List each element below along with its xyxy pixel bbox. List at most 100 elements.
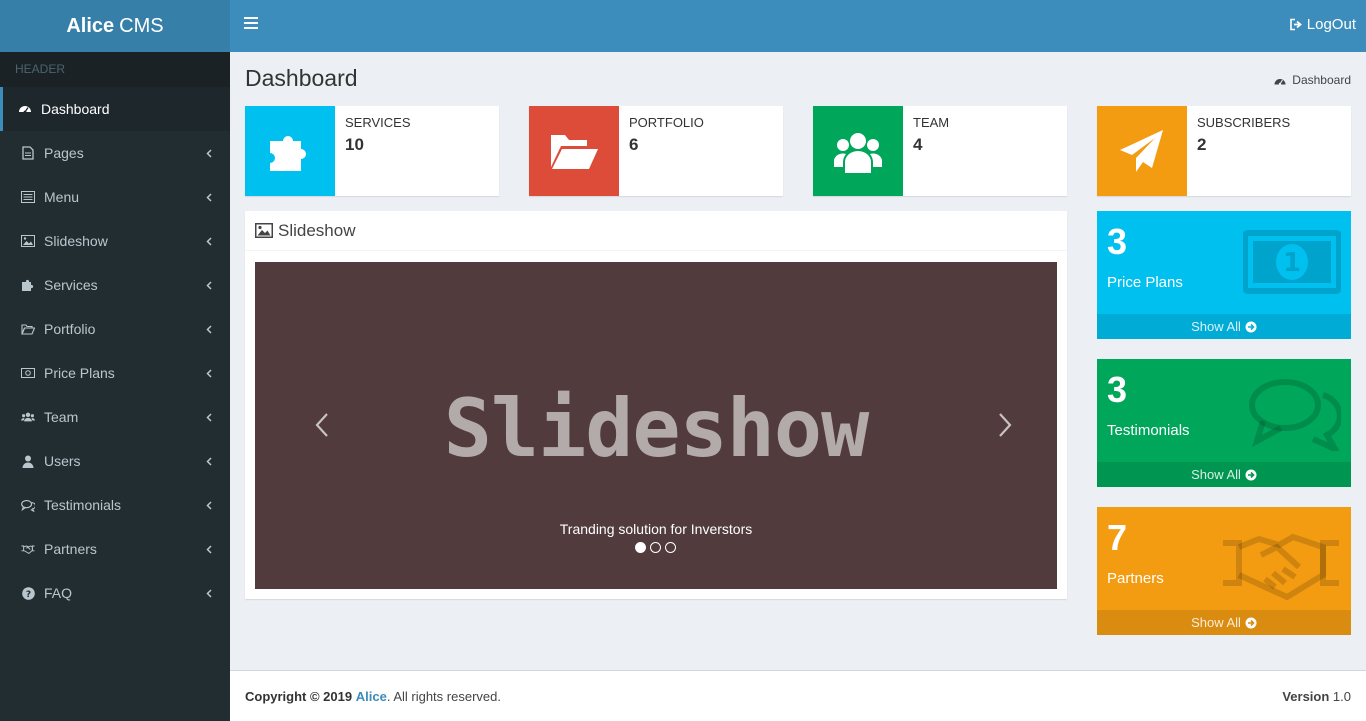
breadcrumb[interactable]: Dashboard	[1274, 73, 1351, 87]
chevron-right-icon	[999, 413, 1012, 437]
sign-out-icon	[1289, 18, 1302, 31]
small-box-testimonials: 3 Testimonials Show All	[1097, 359, 1351, 487]
sidebar-item-users[interactable]: Users	[0, 439, 230, 483]
sidebar-item-slideshow[interactable]: Slideshow	[0, 219, 230, 263]
sidebar-item-label: Slideshow	[44, 233, 108, 249]
footer-version: Version 1.0	[1282, 689, 1351, 704]
file-icon	[21, 146, 35, 160]
small-box-number: 3	[1107, 369, 1128, 410]
sidebar-item-label: Portfolio	[44, 321, 96, 337]
chevron-left-icon	[206, 541, 212, 557]
slide-image-text: Slideshow	[443, 382, 869, 475]
chevron-left-icon	[206, 321, 212, 337]
svg-text:1: 1	[1283, 248, 1301, 278]
chevron-left-icon	[206, 497, 212, 513]
small-box-price-plans: 3 Price Plans 1 Show All	[1097, 211, 1351, 339]
sidebar-item-portfolio[interactable]: Portfolio	[0, 307, 230, 351]
carousel-indicator-1[interactable]	[635, 542, 646, 553]
info-box-icon	[529, 106, 619, 196]
arrow-circle-right-icon	[1245, 469, 1257, 480]
sidebar-menu: Dashboard Pages Menu Slideshow Services …	[0, 87, 230, 615]
handshake-icon	[21, 542, 35, 556]
sidebar-item-label: FAQ	[44, 585, 73, 601]
sidebar-item-dashboard[interactable]: Dashboard	[0, 87, 230, 131]
chevron-left-icon	[206, 145, 212, 161]
sidebar-item-label: Team	[44, 409, 79, 425]
dashboard-icon	[1274, 78, 1286, 85]
sidebar-item-label: Menu	[44, 189, 80, 205]
sidebar-item-label: Pages	[44, 145, 84, 161]
small-box-footer-link[interactable]: Show All	[1097, 462, 1351, 487]
breadcrumb-item: Dashboard	[1292, 73, 1351, 87]
carousel-prev-button[interactable]	[315, 412, 329, 443]
carousel-next-button[interactable]	[998, 412, 1012, 443]
chevron-left-icon	[206, 453, 212, 469]
logout-button[interactable]: LogOut	[1289, 16, 1356, 33]
info-box-services: SERVICES 10	[245, 106, 499, 196]
arrow-circle-right-icon	[1245, 321, 1257, 332]
small-box-footer-link[interactable]: Show All	[1097, 610, 1351, 635]
sidebar-item-menu[interactable]: Menu	[0, 175, 230, 219]
info-box-number: 10	[345, 135, 364, 154]
sidebar-item-team[interactable]: Team	[0, 395, 230, 439]
page-title: Dashboard	[245, 65, 358, 91]
user-icon	[21, 454, 35, 468]
sidebar-item-label: Partners	[44, 541, 97, 557]
money-icon	[21, 366, 35, 380]
slideshow-carousel[interactable]: Slideshow Tranding solution for Inversto…	[255, 262, 1057, 589]
info-box-number: 4	[913, 135, 923, 154]
logo-rest: CMS	[119, 14, 164, 37]
question-icon: ?	[21, 586, 35, 600]
slideshow-panel-header: Slideshow	[245, 211, 1067, 251]
small-box-label: Testimonials	[1107, 422, 1190, 439]
page-footer: Copyright © 2019 Alice. All rights reser…	[230, 670, 1366, 721]
chevron-left-icon	[315, 413, 328, 437]
sidebar-item-faq[interactable]: ? FAQ	[0, 571, 230, 615]
small-box-footer-link[interactable]: Show All	[1097, 314, 1351, 339]
info-box-label: PORTFOLIO	[629, 115, 704, 130]
sidebar-item-label: Services	[44, 277, 98, 293]
carousel-indicator-2[interactable]	[650, 542, 661, 553]
sidebar-item-testimonials[interactable]: Testimonials	[0, 483, 230, 527]
logout-label: LogOut	[1306, 16, 1356, 33]
sidebar-item-price-plans[interactable]: Price Plans	[0, 351, 230, 395]
comments-icon	[1247, 377, 1343, 456]
puzzle-icon	[21, 278, 35, 292]
money-icon: 1	[1242, 229, 1342, 300]
app-logo[interactable]: Alice CMS	[0, 0, 230, 52]
folder-open-icon	[21, 322, 35, 336]
show-all-label: Show All	[1191, 467, 1241, 482]
sidebar: Alice CMS HEADER Dashboard Pages Menu Sl…	[0, 0, 230, 721]
sidebar-toggle-button[interactable]	[244, 17, 258, 31]
small-box-label: Price Plans	[1107, 274, 1183, 291]
info-box-number: 2	[1197, 135, 1207, 154]
sidebar-item-partners[interactable]: Partners	[0, 527, 230, 571]
copyright-text: Copyright © 2019	[245, 689, 353, 704]
svg-text:?: ?	[25, 590, 30, 600]
slideshow-panel-title: Slideshow	[278, 220, 356, 240]
users-icon	[834, 133, 882, 173]
info-box-label: SERVICES	[345, 115, 411, 130]
version-number: 1.0	[1332, 689, 1351, 704]
arrow-circle-right-icon	[1245, 617, 1257, 628]
chevron-left-icon	[206, 277, 212, 293]
footer-rights: . All rights reserved.	[386, 689, 501, 704]
sidebar-item-label: Price Plans	[44, 365, 115, 381]
sidebar-item-pages[interactable]: Pages	[0, 131, 230, 175]
version-label: Version	[1282, 689, 1330, 704]
small-box-number: 7	[1107, 517, 1128, 558]
carousel-indicator-3[interactable]	[665, 542, 676, 553]
sidebar-item-services[interactable]: Services	[0, 263, 230, 307]
sidebar-header: HEADER	[0, 52, 230, 87]
carousel-indicators	[635, 542, 680, 553]
info-box-icon	[245, 106, 335, 196]
info-box-team: TEAM 4	[813, 106, 1067, 196]
image-icon	[21, 234, 35, 248]
small-box-partners: 7 Partners Show All	[1097, 507, 1351, 635]
chevron-left-icon	[206, 365, 212, 381]
puzzle-icon	[270, 136, 306, 171]
info-box-icon	[813, 106, 903, 196]
handshake-icon	[1221, 525, 1341, 606]
footer-brand-link[interactable]: Alice	[356, 689, 387, 704]
sidebar-item-label: Testimonials	[44, 497, 122, 513]
